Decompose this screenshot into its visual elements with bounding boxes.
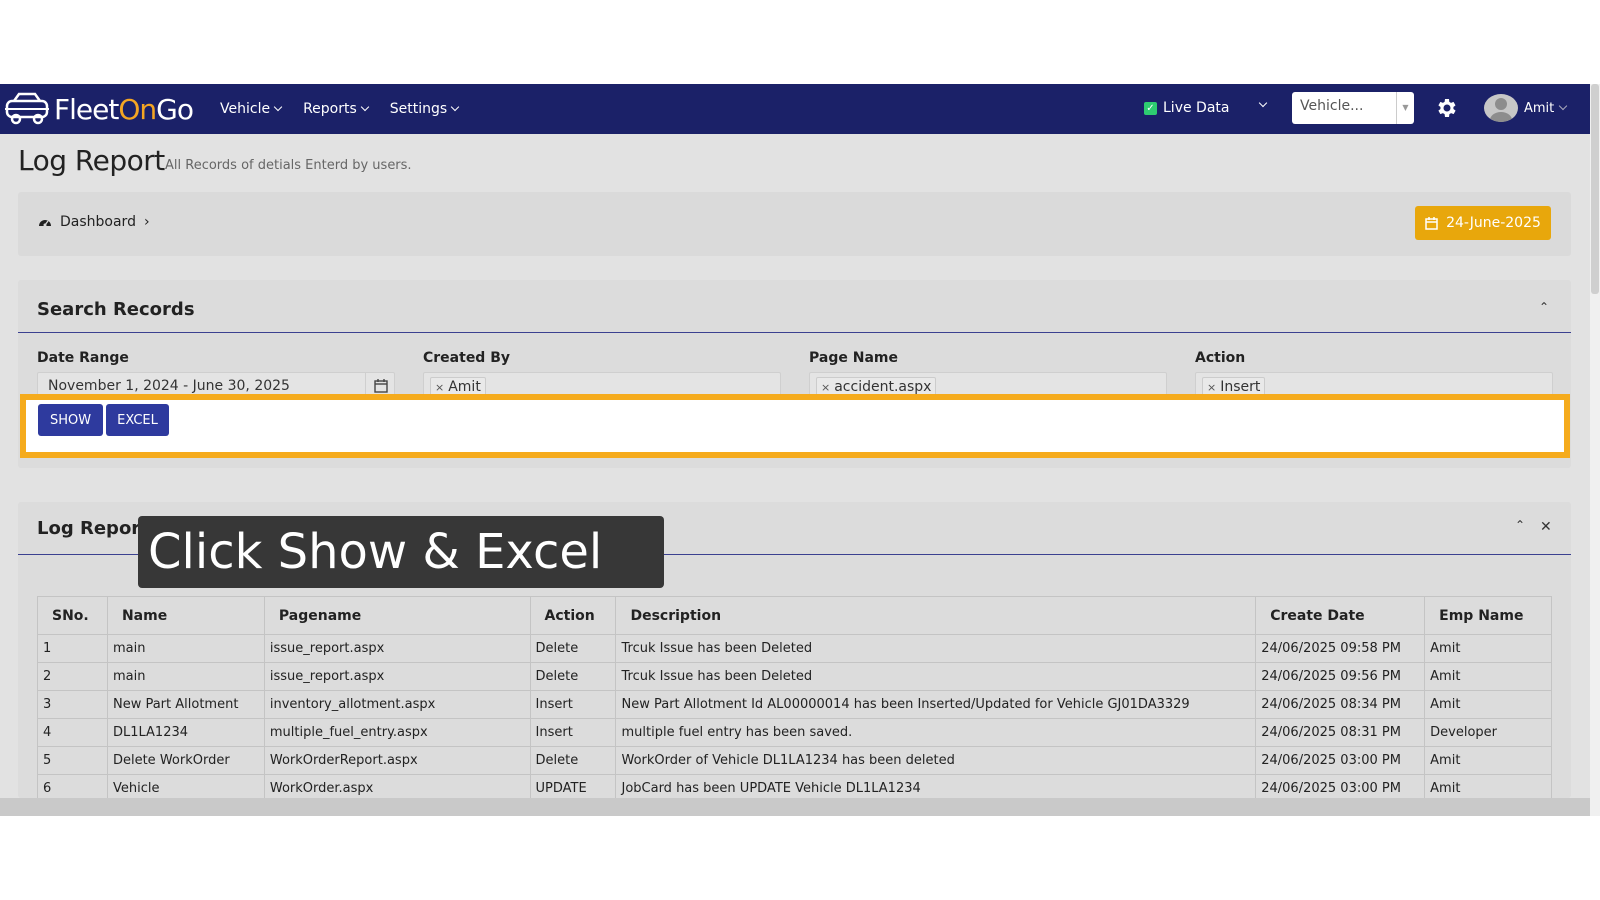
cell: Delete xyxy=(529,662,617,691)
remove-tag-icon[interactable]: × xyxy=(821,381,830,394)
fleetongo-logo[interactable]: FleetOnGo xyxy=(4,90,194,128)
chevron-down-icon xyxy=(273,102,283,112)
horizontal-scrollbar[interactable] xyxy=(0,798,1590,816)
cell: DL1LA1234 xyxy=(106,718,265,747)
cell: issue_report.aspx xyxy=(263,662,531,691)
breadcrumb-dashboard[interactable]: Dashboard › xyxy=(38,214,150,230)
column-header[interactable]: SNo. xyxy=(37,596,108,635)
highlight-box: SHOW EXCEL xyxy=(20,394,1570,458)
breadcrumb: Dashboard › 24-June-2025 xyxy=(18,192,1571,256)
cell: multiple_fuel_entry.aspx xyxy=(263,718,531,747)
live-data-toggle[interactable]: ✓ Live Data xyxy=(1144,100,1229,116)
table-row: 4 DL1LA1234 multiple_fuel_entry.aspx Ins… xyxy=(37,718,1552,747)
excel-button[interactable]: EXCEL xyxy=(106,404,169,436)
tutorial-tooltip: Click Show & Excel xyxy=(138,516,664,588)
cell: multiple fuel entry has been saved. xyxy=(615,718,1257,747)
chevron-down-icon xyxy=(450,102,460,112)
table-row: 5 Delete WorkOrder WorkOrderReport.aspx … xyxy=(37,746,1552,775)
cell: 24/06/2025 08:34 PM xyxy=(1255,690,1426,719)
remove-tag-icon[interactable]: × xyxy=(1207,381,1216,394)
cell: Amit xyxy=(1424,662,1552,691)
user-menu[interactable]: Amit xyxy=(1484,94,1568,122)
vertical-scrollbar[interactable] xyxy=(1590,84,1600,816)
calendar-icon[interactable] xyxy=(374,379,388,393)
cell: issue_report.aspx xyxy=(263,634,531,663)
menu-reports[interactable]: Reports xyxy=(303,101,370,117)
column-header[interactable]: Action xyxy=(529,596,617,635)
collapse-icon[interactable]: ⌃ xyxy=(1539,300,1549,314)
cell: 4 xyxy=(37,718,108,747)
table-row: 2 main issue_report.aspx Delete Trcuk Is… xyxy=(37,662,1552,691)
vehicle-select[interactable]: Vehicle... ▼ xyxy=(1292,92,1414,124)
cell: Insert xyxy=(529,718,617,747)
app-window: FleetOnGo Vehicle Reports Settings ✓ Liv… xyxy=(0,84,1600,816)
cell: main xyxy=(106,662,265,691)
chevron-down-icon xyxy=(1559,101,1568,111)
cell: WorkOrder of Vehicle DL1LA1234 has been … xyxy=(615,746,1257,775)
cell: 24/06/2025 09:58 PM xyxy=(1255,634,1426,663)
calendar-icon xyxy=(1425,216,1438,230)
cell: 24/06/2025 08:31 PM xyxy=(1255,718,1426,747)
table-row: 1 main issue_report.aspx Delete Trcuk Is… xyxy=(37,634,1552,663)
top-navbar: FleetOnGo Vehicle Reports Settings ✓ Liv… xyxy=(0,84,1590,134)
cell: Amit xyxy=(1424,746,1552,775)
page-name-label: Page Name xyxy=(809,350,898,366)
live-data-dropdown-icon[interactable] xyxy=(1258,98,1268,108)
menu-settings[interactable]: Settings xyxy=(390,101,460,117)
panel-divider xyxy=(18,332,1571,333)
column-header[interactable]: Name xyxy=(106,596,265,635)
cell: New Part Allotment xyxy=(106,690,265,719)
log-panel-title: Log Report xyxy=(37,518,149,539)
dashboard-icon xyxy=(39,220,51,227)
cell: 1 xyxy=(37,634,108,663)
cell: Developer xyxy=(1424,718,1552,747)
cell: Insert xyxy=(529,690,617,719)
gear-icon[interactable] xyxy=(1434,96,1458,120)
cell: 24/06/2025 03:00 PM xyxy=(1255,746,1426,775)
cell: 5 xyxy=(37,746,108,775)
search-panel-title: Search Records xyxy=(37,299,195,320)
remove-tag-icon[interactable]: × xyxy=(435,381,444,394)
cell: Delete xyxy=(529,634,617,663)
table-header-row: SNo. Name Pagename Action Description Cr… xyxy=(37,596,1552,635)
action-label: Action xyxy=(1195,350,1246,366)
checkbox-checked-icon: ✓ xyxy=(1144,101,1157,115)
cell: Amit xyxy=(1424,690,1552,719)
chevron-down-icon xyxy=(360,102,370,112)
page-subtitle: All Records of detials Enterd by users. xyxy=(165,158,412,173)
column-header[interactable]: Pagename xyxy=(263,596,531,635)
cell: WorkOrderReport.aspx xyxy=(263,746,531,775)
main-menu: Vehicle Reports Settings xyxy=(220,84,480,134)
date-badge[interactable]: 24-June-2025 xyxy=(1415,206,1551,240)
cell: 24/06/2025 09:56 PM xyxy=(1255,662,1426,691)
cell: 2 xyxy=(37,662,108,691)
page-title: Log Report xyxy=(18,144,165,177)
close-icon[interactable]: ✕ xyxy=(1540,519,1552,535)
cell: Amit xyxy=(1424,634,1552,663)
cell: New Part Allotment Id AL00000014 has bee… xyxy=(615,690,1257,719)
truck-icon xyxy=(5,92,49,125)
column-header[interactable]: Emp Name xyxy=(1424,596,1552,635)
cell: inventory_allotment.aspx xyxy=(263,690,531,719)
scrollbar-thumb[interactable] xyxy=(1591,84,1599,294)
avatar xyxy=(1484,94,1518,122)
chevron-right-icon: › xyxy=(143,214,150,230)
dropdown-arrow-icon: ▼ xyxy=(1396,92,1414,124)
cell: Trcuk Issue has been Deleted xyxy=(615,662,1257,691)
cell: Trcuk Issue has been Deleted xyxy=(615,634,1257,663)
cell: Delete WorkOrder xyxy=(106,746,265,775)
cell: 3 xyxy=(37,690,108,719)
cell: main xyxy=(106,634,265,663)
column-header[interactable]: Description xyxy=(615,596,1257,635)
show-button[interactable]: SHOW xyxy=(38,404,103,436)
logo-text: FleetOnGo xyxy=(54,92,194,126)
collapse-icon[interactable]: ⌃ xyxy=(1515,518,1525,532)
date-range-label: Date Range xyxy=(37,350,129,366)
menu-vehicle[interactable]: Vehicle xyxy=(220,101,283,117)
column-header[interactable]: Create Date xyxy=(1255,596,1426,635)
log-table: SNo. Name Pagename Action Description Cr… xyxy=(37,596,1552,803)
table-row: 3 New Part Allotment inventory_allotment… xyxy=(37,690,1552,719)
cell: Delete xyxy=(529,746,617,775)
created-by-label: Created By xyxy=(423,350,511,366)
